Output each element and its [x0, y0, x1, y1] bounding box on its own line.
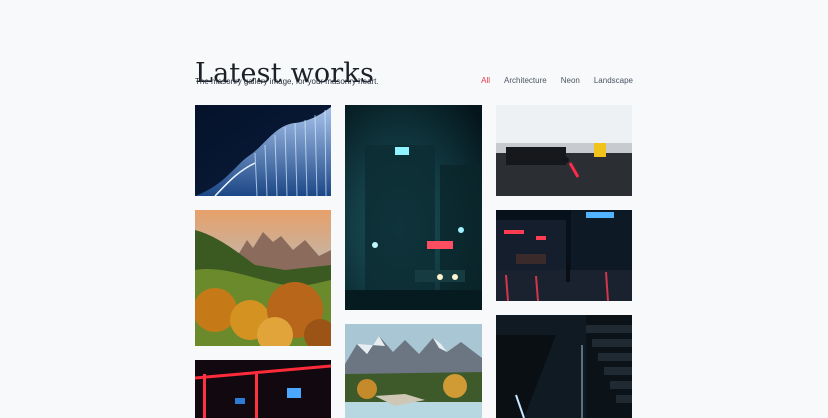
dolomites-autumn-landscape-image[interactable] [195, 210, 331, 346]
mountain-lake-landscape-image[interactable] [345, 324, 482, 418]
foggy-neon-street-image[interactable] [345, 105, 482, 310]
curved-glass-architecture-image[interactable] [195, 105, 331, 196]
page-subtitle: The masonry gallery image, for your maso… [195, 77, 379, 86]
rainy-neon-city-image[interactable] [496, 210, 632, 301]
red-neon-interior-image[interactable] [195, 360, 331, 418]
filter-architecture[interactable]: Architecture [504, 76, 547, 85]
white-gallery-interior-image[interactable] [496, 105, 632, 196]
filter-neon[interactable]: Neon [561, 76, 580, 85]
filter-all[interactable]: All [481, 76, 490, 85]
dark-staircase-image[interactable] [496, 315, 632, 418]
filter-landscape[interactable]: Landscape [594, 76, 633, 85]
gallery-filter-nav: All Architecture Neon Landscape [481, 76, 633, 85]
